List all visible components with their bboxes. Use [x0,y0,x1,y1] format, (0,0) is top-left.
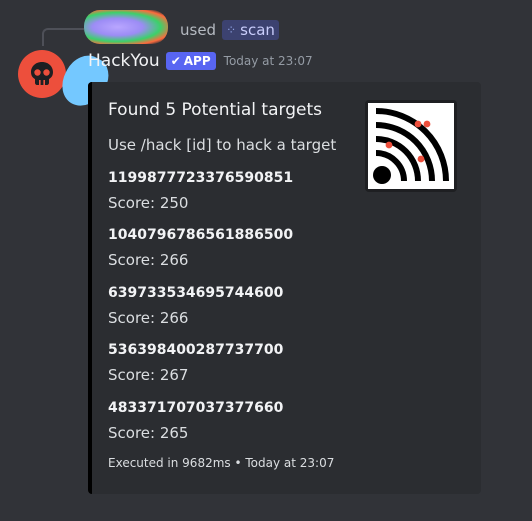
target-item: 536398400287737700 Score: 267 [108,340,283,386]
message-header: HackYou ✔ APP Today at 23:07 [88,50,313,72]
checkmark-icon: ✔ [170,54,181,68]
message-view: used ⁘ scan HackYou ✔ APP Today at 23:07… [0,0,532,521]
target-id: 639733534695744600 [108,285,284,301]
command-chip[interactable]: ⁘ scan [222,20,279,40]
embed-thumbnail[interactable] [365,100,457,192]
footer-exec-time: Executed in 9682ms [108,456,231,470]
target-score: Score: 266 [108,309,189,327]
target-id: 536398400287737700 [108,342,284,358]
target-item: 639733534695744600 Score: 266 [108,283,283,329]
command-name: scan [240,21,275,39]
invocation-line: used ⁘ scan [180,20,279,40]
embed-title: Found 5 Potential targets [108,100,322,120]
target-item: 483371707037377660 Score: 265 [108,398,283,444]
skull-icon [31,62,53,85]
app-badge: ✔ APP [165,52,216,70]
used-text: used [180,21,217,39]
embed-description: Use /hack [id] to hack a target [108,136,337,154]
radar-signal-icon [373,108,449,184]
embed-footer: Executed in 9682ms • Today at 23:07 [108,456,334,470]
footer-timestamp: Today at 23:07 [245,456,335,470]
footer-separator: • [234,456,246,470]
embed-accent-bar [88,82,92,494]
author-name[interactable]: HackYou [88,51,160,71]
slash-command-icon: ⁘ [226,23,237,37]
message-timestamp[interactable]: Today at 23:07 [224,54,313,68]
target-score: Score: 266 [108,251,189,269]
bot-avatar[interactable] [18,50,66,98]
invoker-avatar-redacted[interactable] [84,10,168,44]
target-score: Score: 250 [108,194,189,212]
app-badge-label: APP [183,54,211,68]
target-id: 1040796786561886500 [108,227,294,243]
target-item: 1199877723376590851 Score: 250 [108,168,293,214]
reply-connector [42,28,84,46]
target-id: 483371707037377660 [108,400,284,416]
target-score: Score: 265 [108,424,189,442]
target-id: 1199877723376590851 [108,170,294,186]
embed-card: Found 5 Potential targets Use /hack [id]… [88,82,481,494]
target-score: Score: 267 [108,366,189,384]
target-item: 1040796786561886500 Score: 266 [108,225,293,271]
